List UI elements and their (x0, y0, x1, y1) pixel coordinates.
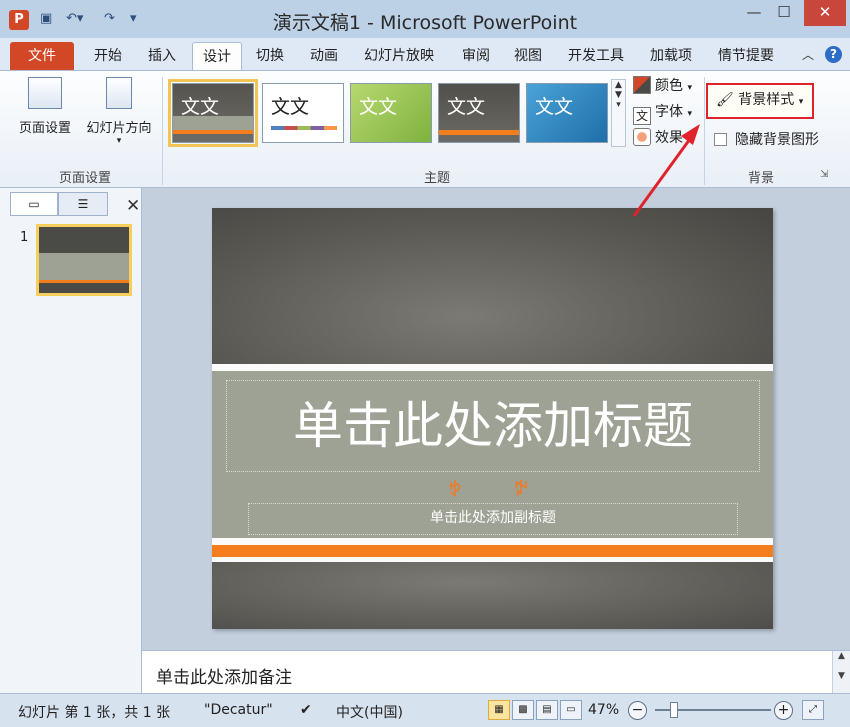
fit-to-window-button[interactable]: ⤢ (802, 700, 824, 720)
theme-thumbnail-blue[interactable]: 文文 (526, 83, 608, 143)
tab-outline[interactable]: ☰ (58, 192, 108, 216)
title-placeholder[interactable]: 单击此处添加标题 (226, 380, 760, 472)
chevron-down-icon: ▾ (687, 83, 692, 93)
close-button[interactable]: ✕ (804, 0, 846, 26)
background-styles-button[interactable]: 🖌 背景样式 ▾ (706, 83, 814, 119)
theme-thumbnail-office[interactable]: 文文 (262, 83, 344, 143)
ornament-right: ꉢ (514, 480, 529, 501)
tab-animations[interactable]: 动画 (300, 42, 348, 70)
slide-orientation-button[interactable]: 幻灯片方向 ▾ (80, 77, 158, 146)
dialog-launcher-icon[interactable]: ⇲ (820, 169, 828, 180)
slide-orientation-icon (106, 77, 132, 109)
maximize-button[interactable]: ☐ (770, 0, 798, 26)
page-setup-button[interactable]: 页面设置 (12, 77, 78, 136)
hide-background-graphics-label: 隐藏背景图形 (735, 132, 819, 148)
notes-scrollbar[interactable]: ▲ ▼ (832, 651, 850, 694)
hide-background-graphics-checkbox[interactable] (714, 133, 727, 146)
zoom-level[interactable]: 47% (588, 702, 619, 718)
page-setup-label: 页面设置 (18, 121, 71, 136)
slide-accent-stripe (212, 545, 773, 557)
tab-design[interactable]: 设计 (192, 42, 242, 70)
chevron-down-icon: ▾ (116, 136, 122, 146)
tab-developer[interactable]: 开发工具 (558, 42, 634, 70)
chevron-down-icon: ▾ (798, 97, 804, 107)
language-status[interactable]: 中文(中国) (336, 702, 403, 722)
tab-view[interactable]: 视图 (504, 42, 552, 70)
slide-bottom-band (212, 562, 773, 629)
window-title: 演示文稿1 - Microsoft PowerPoint (272, 12, 578, 34)
tab-insert[interactable]: 插入 (138, 42, 186, 70)
themes-group-label: 主题 (423, 171, 450, 186)
effects-icon (633, 128, 651, 146)
slide-divider-line (212, 364, 773, 371)
slide-orientation-label: 幻灯片方向 (86, 121, 152, 136)
paint-bucket-icon: 🖌 (716, 92, 734, 108)
status-bar: 幻灯片 第 1 张，共 1 张 "Decatur" ✔ 中文(中国) ▦ ▩ ▤… (0, 693, 850, 727)
tab-slides[interactable]: ▭ (10, 192, 58, 216)
theme-colors-label: 颜色 (655, 78, 683, 94)
palette-icon (633, 76, 651, 94)
tab-slideshow[interactable]: 幻灯片放映 (354, 42, 444, 70)
theme-effects-label: 效果 (655, 130, 683, 146)
close-pane-icon[interactable]: ✕ (126, 196, 140, 216)
slide-top-band (212, 208, 773, 364)
tab-storyboard[interactable]: 情节提要 (708, 42, 784, 70)
notes-placeholder[interactable]: 单击此处添加备注 (156, 663, 292, 688)
chevron-down-icon: ▾ (687, 109, 692, 119)
theme-sample-text: 文文 (535, 96, 574, 118)
slide-count-status: 幻灯片 第 1 张，共 1 张 (18, 705, 171, 721)
tab-addins[interactable]: 加载项 (640, 42, 702, 70)
slide-divider-line (212, 538, 773, 545)
ribbon-design-panel: 页面设置 幻灯片方向 ▾ 页面设置 文文 文文 文文 文文 文文 ▲ ▼ ▾ 颜色 … (0, 70, 850, 188)
group-divider (162, 77, 163, 185)
tab-home[interactable]: 开始 (84, 42, 132, 70)
theme-fonts-label: 字体 (655, 104, 683, 120)
theme-thumbnail-dark[interactable]: 文文 (438, 83, 520, 143)
help-icon[interactable]: ? (825, 46, 842, 63)
hide-background-graphics-option[interactable]: 隐藏背景图形 (714, 129, 819, 149)
theme-gallery-scroll[interactable]: ▲ ▼ ▾ (611, 79, 626, 147)
theme-thumbnail-decatur[interactable]: 文文 (168, 79, 258, 147)
tab-transitions[interactable]: 切换 (246, 42, 294, 70)
spell-check-icon[interactable]: ✔ (300, 702, 312, 718)
theme-sample-text: 文文 (271, 96, 310, 118)
background-group-label: 背景 (747, 171, 774, 186)
chevron-down-icon: ▾ (687, 135, 692, 145)
zoom-slider-handle[interactable] (670, 702, 678, 718)
tab-file[interactable]: 文件 (10, 42, 74, 70)
page-setup-group-label: 页面设置 (58, 171, 111, 186)
notes-pane[interactable]: 单击此处添加备注 ▲ ▼ (142, 650, 850, 694)
zoom-in-icon[interactable]: + (774, 701, 793, 720)
theme-fonts-button[interactable]: 文字体 ▾ (633, 101, 692, 125)
font-icon: 文 (633, 107, 651, 125)
reading-view-button[interactable]: ▤ (536, 700, 558, 720)
normal-view-button[interactable]: ▦ (488, 700, 510, 720)
slide-sorter-view-button[interactable]: ▩ (512, 700, 534, 720)
theme-name-status[interactable]: "Decatur" (204, 702, 273, 718)
slide-thumbnail-number: 1 (20, 230, 29, 245)
ribbon-tab-bar: 文件 开始 插入 设计 切换 动画 幻灯片放映 审阅 视图 开发工具 加载项 情… (0, 38, 850, 70)
group-divider (704, 77, 705, 185)
zoom-out-icon[interactable]: − (628, 701, 647, 720)
tab-review[interactable]: 审阅 (452, 42, 500, 70)
slideshow-view-button[interactable]: ▭ (560, 700, 582, 720)
theme-effects-button[interactable]: 效果 ▾ (633, 127, 692, 149)
slide-thumbnail[interactable] (36, 224, 132, 296)
minimize-ribbon-icon[interactable]: ︿ (802, 46, 814, 63)
slides-pane: ▭ ☰ ✕ 1 (0, 188, 142, 693)
ornament-left: ꉣ (448, 480, 463, 501)
pane-tabs: ▭ ☰ ✕ (10, 192, 140, 216)
background-styles-label: 背景样式 (738, 92, 795, 108)
theme-sample-text: 文文 (447, 96, 486, 118)
theme-sample-text: 文文 (181, 96, 220, 118)
theme-sample-text: 文文 (359, 96, 398, 118)
subtitle-placeholder[interactable]: 单击此处添加副标题 (248, 503, 738, 535)
minimize-button[interactable]: — (740, 0, 768, 26)
theme-thumbnail-green[interactable]: 文文 (350, 83, 432, 143)
page-setup-icon (28, 77, 62, 109)
slide-canvas[interactable]: 单击此处添加标题 ꉣ ꉢ 单击此处添加副标题 (212, 208, 773, 629)
slide-editor: 单击此处添加标题 ꉣ ꉢ 单击此处添加副标题 (142, 188, 850, 650)
title-bar: P ▣ ↶▾ ↷ ▾ 演示文稿1 - Microsoft PowerPoint … (0, 0, 850, 38)
theme-colors-button[interactable]: 颜色 ▾ (633, 75, 692, 97)
